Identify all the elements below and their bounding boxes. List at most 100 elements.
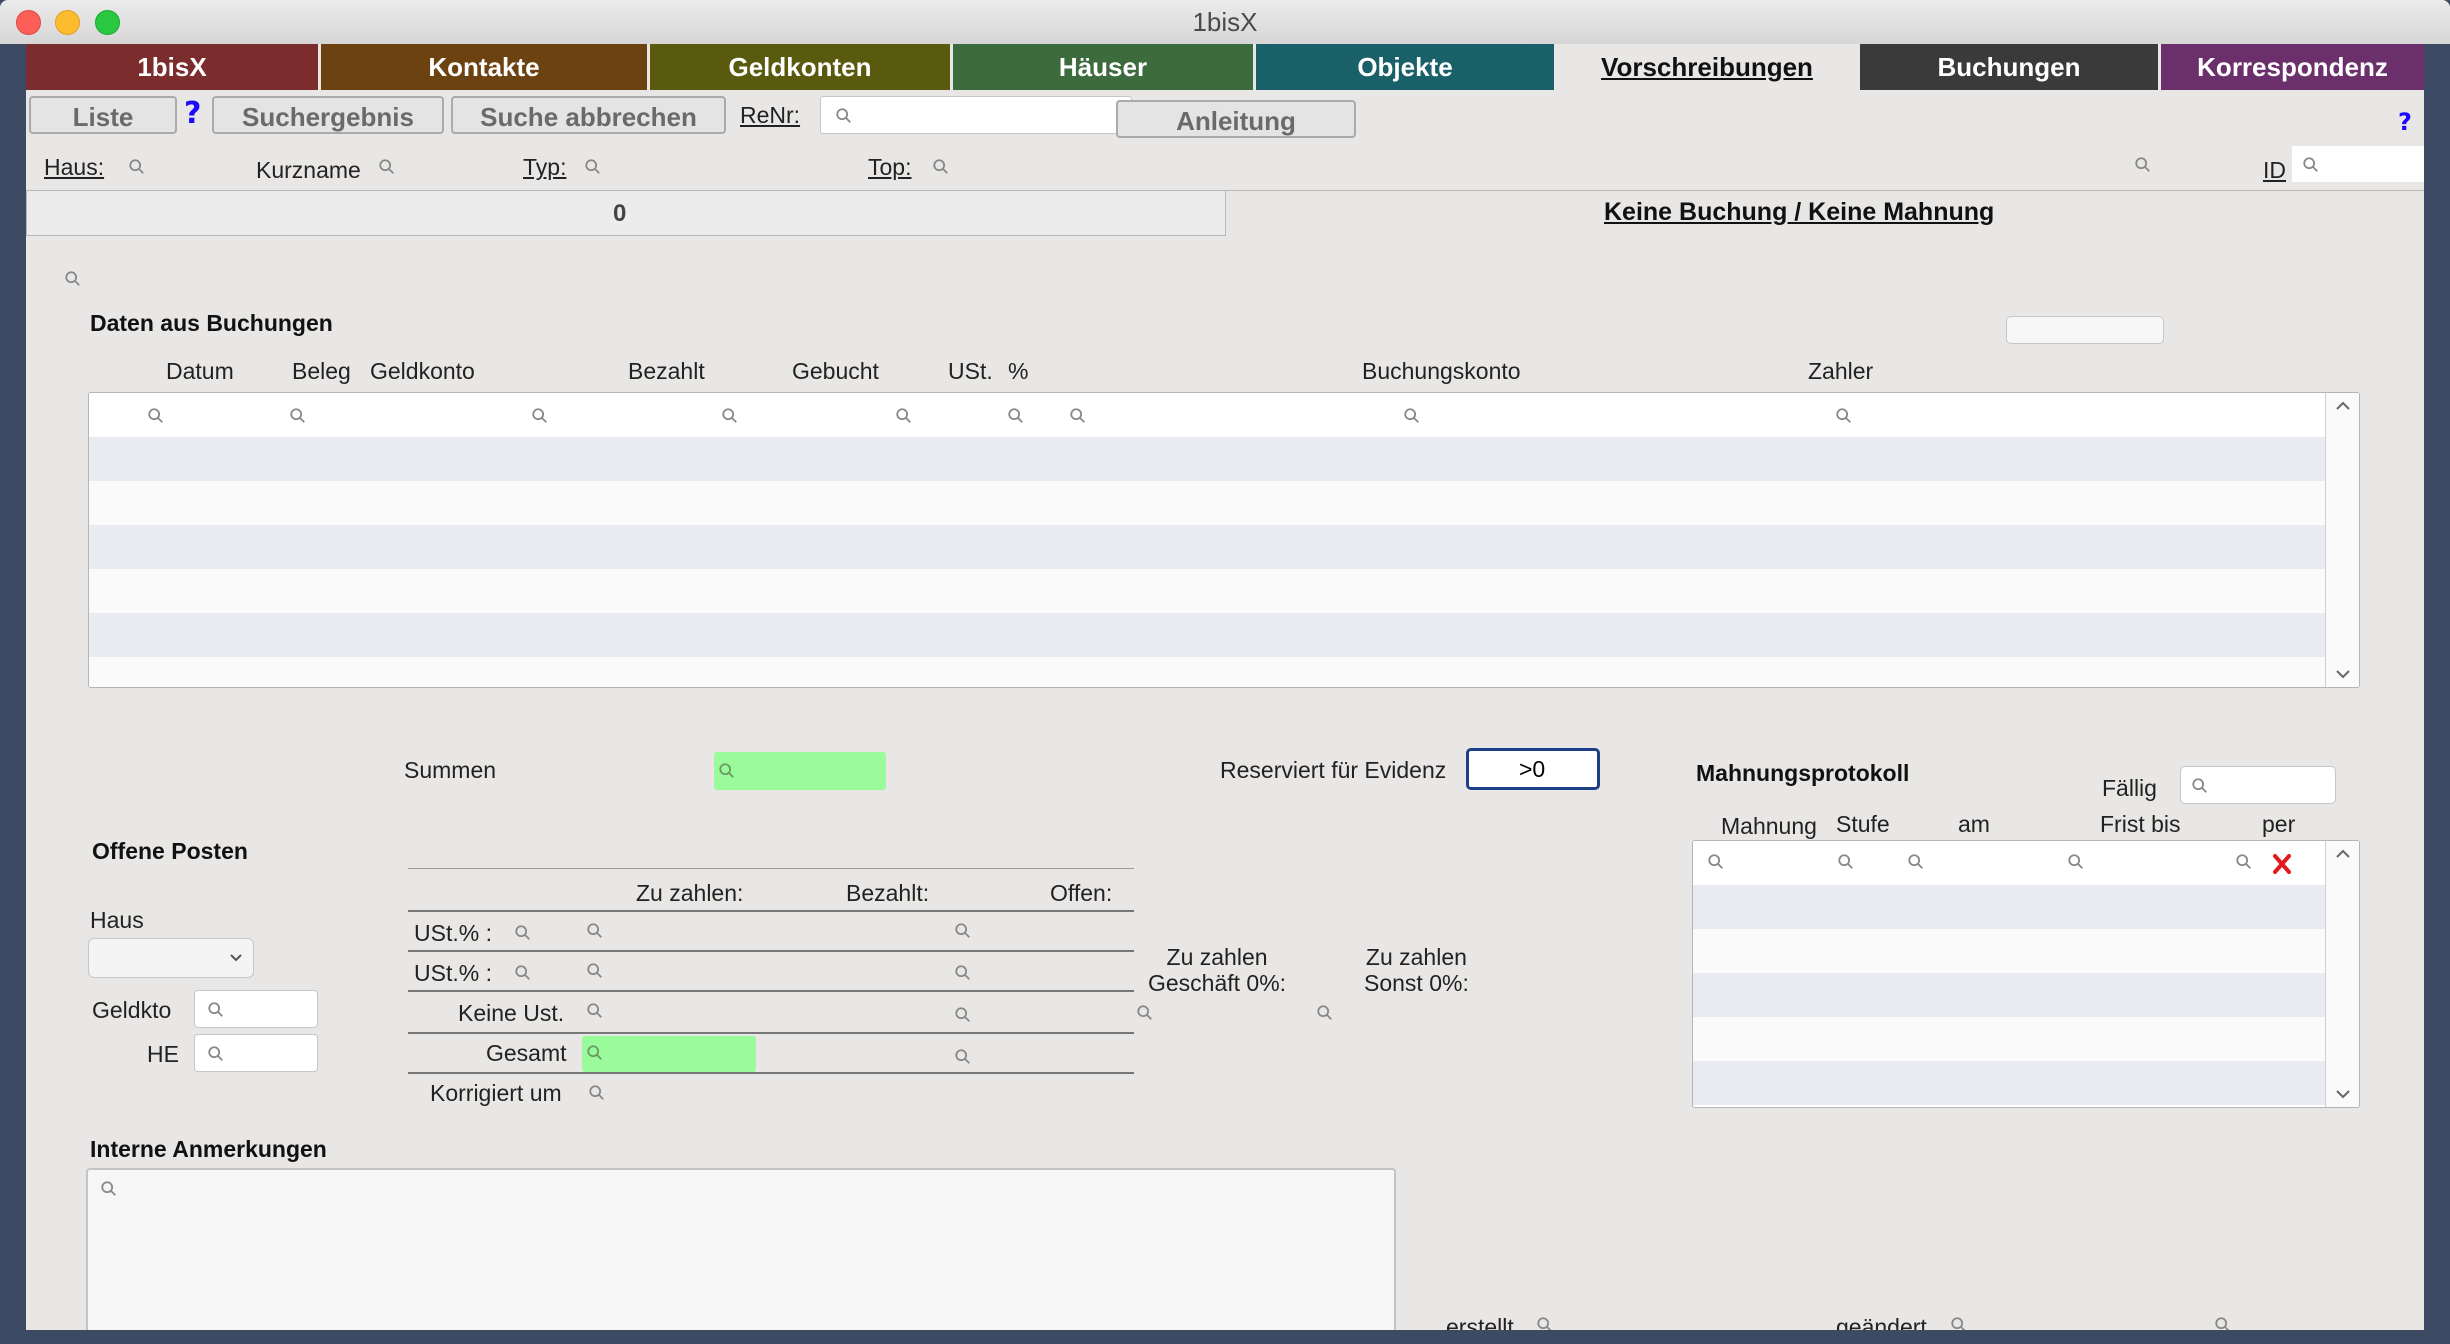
search-icon[interactable] <box>64 270 82 288</box>
search-icon[interactable] <box>932 158 950 176</box>
chevron-up-icon[interactable] <box>2335 849 2351 859</box>
divider <box>408 950 1134 952</box>
col-buchungskonto: Buchungskonto <box>1362 358 1521 384</box>
help-icon[interactable]: ? <box>184 96 201 131</box>
search-icon[interactable] <box>584 158 602 176</box>
chevron-down-icon <box>230 954 242 962</box>
search-icon[interactable] <box>147 407 165 425</box>
suchergebnis-button[interactable]: Suchergebnis <box>212 96 444 134</box>
table-row[interactable] <box>1693 1061 2327 1105</box>
search-icon[interactable] <box>954 1006 972 1024</box>
table-row[interactable] <box>1693 929 2327 973</box>
search-icon[interactable] <box>514 964 532 982</box>
search-icon[interactable] <box>1136 1004 1154 1022</box>
table-row[interactable] <box>89 437 2327 481</box>
search-icon[interactable] <box>2067 853 2085 871</box>
liste-button[interactable]: Liste <box>29 96 177 134</box>
search-icon[interactable] <box>895 407 913 425</box>
search-icon[interactable] <box>1835 407 1853 425</box>
search-icon[interactable] <box>954 964 972 982</box>
search-icon[interactable] <box>289 407 307 425</box>
tab-haeuser[interactable]: Häuser <box>953 44 1253 90</box>
geldkto-input[interactable] <box>194 990 318 1028</box>
search-icon[interactable] <box>1316 1004 1334 1022</box>
id-input[interactable] <box>2292 146 2424 182</box>
search-icon[interactable] <box>1837 853 1855 871</box>
dunning-col-mahnung: Mahnung <box>1721 813 1817 839</box>
open-items-title: Offene Posten <box>92 838 248 864</box>
bookings-extra-field[interactable] <box>2006 316 2164 344</box>
search-icon[interactable] <box>588 1084 606 1102</box>
search-icon[interactable] <box>531 407 549 425</box>
anleitung-button[interactable]: Anleitung <box>1116 100 1356 138</box>
search-icon[interactable] <box>1403 407 1421 425</box>
gesamt-field[interactable] <box>582 1036 756 1072</box>
chevron-down-icon[interactable] <box>2335 1089 2351 1099</box>
bookings-table[interactable] <box>88 392 2360 688</box>
search-icon[interactable] <box>954 1048 972 1066</box>
table-row[interactable] <box>89 657 2327 687</box>
tab-objekte[interactable]: Objekte <box>1256 44 1554 90</box>
tab-geldkonten[interactable]: Geldkonten <box>650 44 950 90</box>
search-icon[interactable] <box>514 924 532 942</box>
notes-textarea[interactable] <box>86 1168 1396 1344</box>
suche-abbrechen-button[interactable]: Suche abbrechen <box>451 96 726 134</box>
table-row[interactable] <box>1693 1017 2327 1061</box>
search-icon[interactable] <box>1069 407 1087 425</box>
search-icon[interactable] <box>1907 853 1925 871</box>
search-icon[interactable] <box>1707 853 1725 871</box>
table-row[interactable] <box>1693 973 2327 1017</box>
tab-korrespondenz[interactable]: Korrespondenz <box>2161 44 2424 90</box>
tab-vorschreibungen[interactable]: Vorschreibungen <box>1557 44 1857 90</box>
reserviert-label: Reserviert für Evidenz <box>1220 757 1447 783</box>
search-icon[interactable] <box>721 407 739 425</box>
he-input[interactable] <box>194 1034 318 1072</box>
reserviert-input[interactable]: >0 <box>1466 748 1600 790</box>
search-icon[interactable] <box>586 922 604 940</box>
filter-kurzname-label: Kurzname <box>256 157 361 183</box>
search-icon[interactable] <box>2235 853 2253 871</box>
table-row[interactable] <box>89 613 2327 657</box>
tab-kontakte[interactable]: Kontakte <box>321 44 647 90</box>
divider <box>408 990 1134 992</box>
dunning-table[interactable] <box>1692 840 2360 1108</box>
haus-select[interactable] <box>88 938 254 978</box>
search-icon[interactable] <box>1007 407 1025 425</box>
title-bar: 1bisX <box>0 0 2450 45</box>
help-icon-right[interactable]: ? <box>2398 108 2412 136</box>
search-icon[interactable] <box>586 1002 604 1020</box>
chevron-down-icon[interactable] <box>2335 669 2351 679</box>
col-geldkonto: Geldkonto <box>370 358 475 384</box>
faellig-label: Fällig <box>2102 775 2157 801</box>
renr-input[interactable] <box>820 96 1132 134</box>
table-row[interactable] <box>89 569 2327 613</box>
table-row[interactable] <box>1693 885 2327 929</box>
faellig-input[interactable] <box>2180 766 2336 804</box>
search-icon[interactable] <box>2134 156 2152 174</box>
divider <box>408 910 1134 912</box>
summen-field[interactable] <box>714 752 886 790</box>
tab-bar: 1bisX Kontakte Geldkonten Häuser Objekte… <box>26 44 2424 90</box>
dunning-col-frist: Frist bis <box>2100 811 2181 837</box>
filter-top-label: Top: <box>868 154 912 180</box>
delete-icon[interactable] <box>2271 853 2293 875</box>
dunning-scrollbar[interactable] <box>2325 841 2359 1107</box>
table-row[interactable] <box>89 393 2327 437</box>
chevron-up-icon[interactable] <box>2335 401 2351 411</box>
search-icon <box>2303 157 2318 172</box>
tab-1bisx[interactable]: 1bisX <box>26 44 318 90</box>
search-icon[interactable] <box>128 158 146 176</box>
window-title: 1bisX <box>1192 7 1258 37</box>
col-gebucht: Gebucht <box>792 358 879 384</box>
bookings-scrollbar[interactable] <box>2325 393 2359 687</box>
search-icon[interactable] <box>378 158 396 176</box>
table-row[interactable] <box>1693 841 2327 885</box>
search-icon[interactable] <box>954 922 972 940</box>
table-row[interactable] <box>89 525 2327 569</box>
reserviert-value: >0 <box>1519 756 1546 782</box>
search-icon[interactable] <box>586 962 604 980</box>
col-bezahlt: Bezahlt <box>628 358 705 384</box>
tab-buchungen[interactable]: Buchungen <box>1860 44 2158 90</box>
table-row[interactable] <box>89 481 2327 525</box>
search-icon <box>208 1046 223 1061</box>
